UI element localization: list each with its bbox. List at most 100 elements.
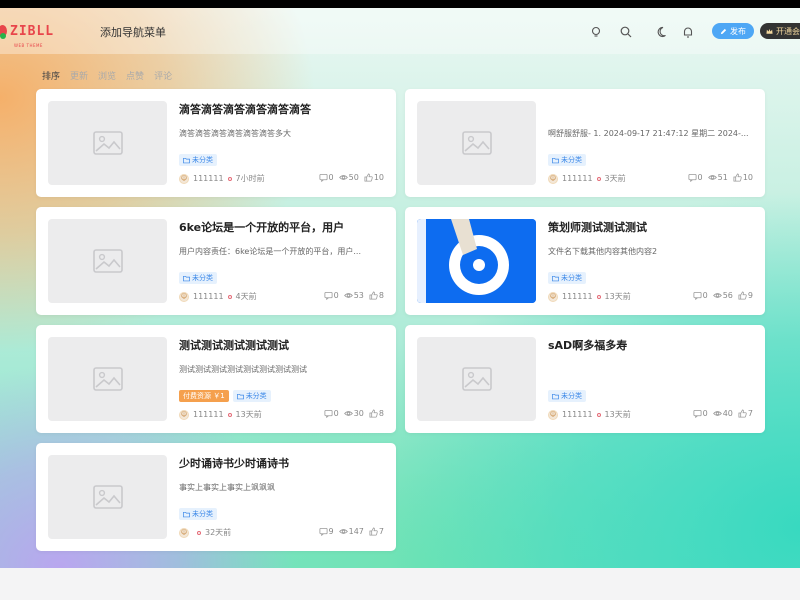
category-tag[interactable]: 未分类 (179, 508, 217, 520)
comment-count: 0 (693, 291, 708, 300)
like-count[interactable]: 9 (738, 291, 753, 300)
post-card[interactable]: 策划师测试测试测试 文件名下载其他内容其他内容2 未分类 ☺ 111111 13天前 0 56… (405, 207, 765, 315)
post-card[interactable]: sAD啊多福多寿未分类 ☺ 111111 13天前 0 40 7 (405, 325, 765, 433)
post-thumbnail[interactable] (417, 219, 536, 303)
post-card[interactable]: 测试测试测试测试测试 测试测试测试测试测试测试测试测试 付费资源 ￥1 未分类 ☺ 111… (36, 325, 396, 433)
folder-icon (552, 157, 559, 163)
post-title[interactable]: sAD啊多福多寿 (548, 337, 627, 353)
category-tag[interactable]: 未分类 (232, 390, 271, 402)
post-time: 13天前 (604, 410, 631, 419)
logo-text: ZIBLL (10, 24, 55, 39)
category-tag[interactable]: 未分类 (179, 272, 217, 284)
author-name[interactable]: 111111 (562, 292, 593, 301)
post-stats: 9 147 7 (319, 527, 384, 536)
time-dot-icon (227, 176, 232, 181)
category-tag[interactable]: 未分类 (179, 154, 217, 166)
publish-label: 发布 (730, 26, 746, 36)
post-card[interactable]: 滴答滴答滴答滴答滴答滴答 滴答滴答滴答滴答滴答滴答多大 未分类 ☺ 111111 7小时前… (36, 89, 396, 197)
publish-button[interactable]: 发布 (712, 23, 754, 39)
post-title[interactable]: 测试测试测试测试测试 (179, 337, 289, 353)
comment-count-value: 0 (702, 291, 708, 300)
nav-menu-placeholder[interactable]: 添加导航菜单 (100, 24, 166, 40)
like-count[interactable]: 8 (369, 409, 384, 418)
sort-option-likes[interactable]: 点赞 (126, 69, 144, 82)
like-count[interactable]: 7 (738, 409, 753, 418)
category-tag[interactable]: 未分类 (548, 272, 586, 284)
views-icon (343, 293, 353, 298)
comment-count: 0 (693, 409, 708, 418)
category-tag-label: 未分类 (192, 510, 213, 518)
post-stats: 0 53 8 (324, 291, 384, 300)
sort-option-comments[interactable]: 评论 (154, 69, 172, 82)
views-icon (712, 293, 722, 298)
post-tags: 付费资源 ￥1 未分类 (179, 390, 271, 402)
author-name[interactable]: 111111 (193, 174, 224, 183)
paid-resource-tag[interactable]: 付费资源 ￥1 (179, 390, 229, 402)
like-icon (369, 291, 378, 300)
view-count: 40 (712, 409, 733, 418)
post-thumbnail[interactable] (48, 219, 167, 303)
post-card[interactable]: 少时诵诗书少时诵诗书 事实上事实上事实上飒飒飒 未分类 ☺ 32天前 9 147 7 (36, 443, 396, 551)
search-icon[interactable] (619, 24, 633, 38)
post-tags: 未分类 (179, 508, 217, 520)
comment-icon (688, 173, 697, 182)
author-name[interactable]: 111111 (562, 174, 593, 183)
image-placeholder-icon (92, 367, 123, 391)
sort-option-updated[interactable]: 更新 (70, 69, 88, 82)
post-title[interactable]: 少时诵诗书少时诵诗书 (179, 455, 289, 471)
comment-count: 0 (319, 173, 334, 182)
comment-count-value: 9 (328, 527, 334, 536)
view-count: 50 (338, 173, 359, 182)
moon-icon[interactable] (656, 24, 670, 38)
bell-icon[interactable] (681, 24, 695, 38)
bulb-icon[interactable] (589, 24, 603, 38)
folder-icon (183, 157, 190, 163)
category-tag[interactable]: 未分类 (548, 154, 586, 166)
post-thumbnail[interactable] (48, 101, 167, 185)
logo-tagline: WEB THEME (14, 42, 43, 48)
comment-icon (319, 527, 328, 536)
post-thumbnail[interactable] (417, 101, 536, 185)
sort-option-views[interactable]: 浏览 (98, 69, 116, 82)
comment-icon (324, 409, 333, 418)
author-name[interactable]: 111111 (193, 292, 224, 301)
post-thumbnail[interactable] (48, 337, 167, 421)
author-name[interactable]: 111111 (562, 410, 593, 419)
author-avatar[interactable]: ☺ (179, 527, 189, 538)
author-avatar[interactable]: ☺ (179, 173, 189, 184)
like-icon (733, 173, 742, 182)
category-tag[interactable]: 未分类 (548, 390, 586, 402)
like-count[interactable]: 8 (369, 291, 384, 300)
post-title[interactable]: 6ke论坛是一个开放的平台，用户 (179, 219, 344, 235)
post-title[interactable]: 滴答滴答滴答滴答滴答滴答 (179, 101, 311, 117)
author-avatar[interactable]: ☺ (548, 409, 558, 420)
author-avatar[interactable]: ☺ (548, 291, 558, 302)
post-excerpt: 事实上事实上事实上飒飒飒 (179, 483, 275, 492)
top-header: ZIBLL WEB THEME 添加导航菜单 发布 开通会 (0, 8, 800, 54)
views-icon (712, 411, 722, 416)
post-title[interactable]: 策划师测试测试测试 (548, 219, 647, 235)
author-avatar[interactable]: ☺ (179, 291, 189, 302)
view-count-value: 147 (348, 527, 364, 536)
author-name[interactable]: 111111 (193, 410, 224, 419)
like-count[interactable]: 10 (733, 173, 753, 182)
like-count[interactable]: 10 (364, 173, 384, 182)
author-avatar[interactable]: ☺ (548, 173, 558, 184)
site-logo[interactable]: ZIBLL WEB THEME (0, 22, 60, 48)
views-icon (338, 175, 348, 180)
like-count-value: 7 (747, 409, 753, 418)
view-count: 56 (712, 291, 733, 300)
post-thumbnail[interactable] (48, 455, 167, 539)
category-tag-label: 未分类 (245, 392, 267, 400)
view-count: 30 (343, 409, 364, 418)
post-thumbnail[interactable] (417, 337, 536, 421)
post-card[interactable]: 6ke论坛是一个开放的平台，用户 用户内容责任：6ke论坛是一个开放的平台，用户.… (36, 207, 396, 315)
author-avatar[interactable]: ☺ (179, 409, 189, 420)
like-icon (738, 409, 747, 418)
vip-button[interactable]: 开通会 (760, 23, 800, 39)
views-icon (343, 411, 353, 416)
post-card[interactable]: 啊舒服舒服- 1. 2024-09-17 21:47:12 星期二 2024-.… (405, 89, 765, 197)
post-time: 3天前 (604, 174, 626, 183)
like-count[interactable]: 7 (369, 527, 384, 536)
like-count-value: 8 (378, 409, 384, 418)
